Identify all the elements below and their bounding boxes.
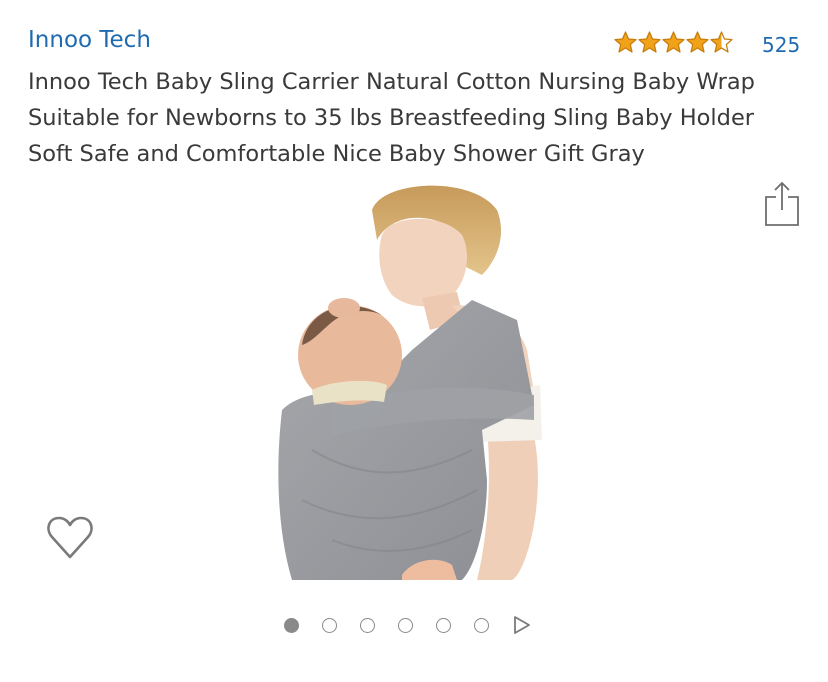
carousel-dot[interactable] xyxy=(398,617,413,633)
next-image-button[interactable] xyxy=(512,614,532,636)
product-title-line-1: Innoo Tech Baby Sling Carrier Natural Co… xyxy=(28,69,755,95)
star-full-icon xyxy=(686,31,709,53)
product-title-line-3: Soft Safe and Comfortable Nice Baby Show… xyxy=(28,141,645,167)
product-photo xyxy=(278,185,542,580)
wishlist-button[interactable] xyxy=(46,515,94,561)
carousel-dot[interactable] xyxy=(360,617,375,633)
product-title-line-2: Suitable for Newborns to 35 lbs Breastfe… xyxy=(28,105,755,131)
star-half-icon xyxy=(710,31,733,53)
image-carousel-nav xyxy=(284,614,532,636)
carousel-dot[interactable] xyxy=(474,617,489,633)
share-icon xyxy=(765,181,799,226)
carousel-dot[interactable] xyxy=(436,617,451,633)
review-count-link[interactable]: 525 xyxy=(762,33,800,57)
star-rating[interactable] xyxy=(614,28,733,56)
carousel-dot[interactable] xyxy=(322,617,337,633)
star-full-icon xyxy=(662,31,685,53)
play-triangle-icon xyxy=(514,616,530,634)
share-button[interactable] xyxy=(763,180,801,228)
stars-row xyxy=(614,31,733,53)
star-full-icon xyxy=(638,31,661,53)
star-full-icon xyxy=(614,31,637,53)
carousel-dot[interactable] xyxy=(284,617,299,633)
product-title: Innoo Tech Baby Sling Carrier Natural Co… xyxy=(28,64,818,172)
brand-link[interactable]: Innoo Tech xyxy=(28,27,151,53)
heart-outline-icon xyxy=(47,516,93,559)
product-image[interactable] xyxy=(272,180,558,580)
